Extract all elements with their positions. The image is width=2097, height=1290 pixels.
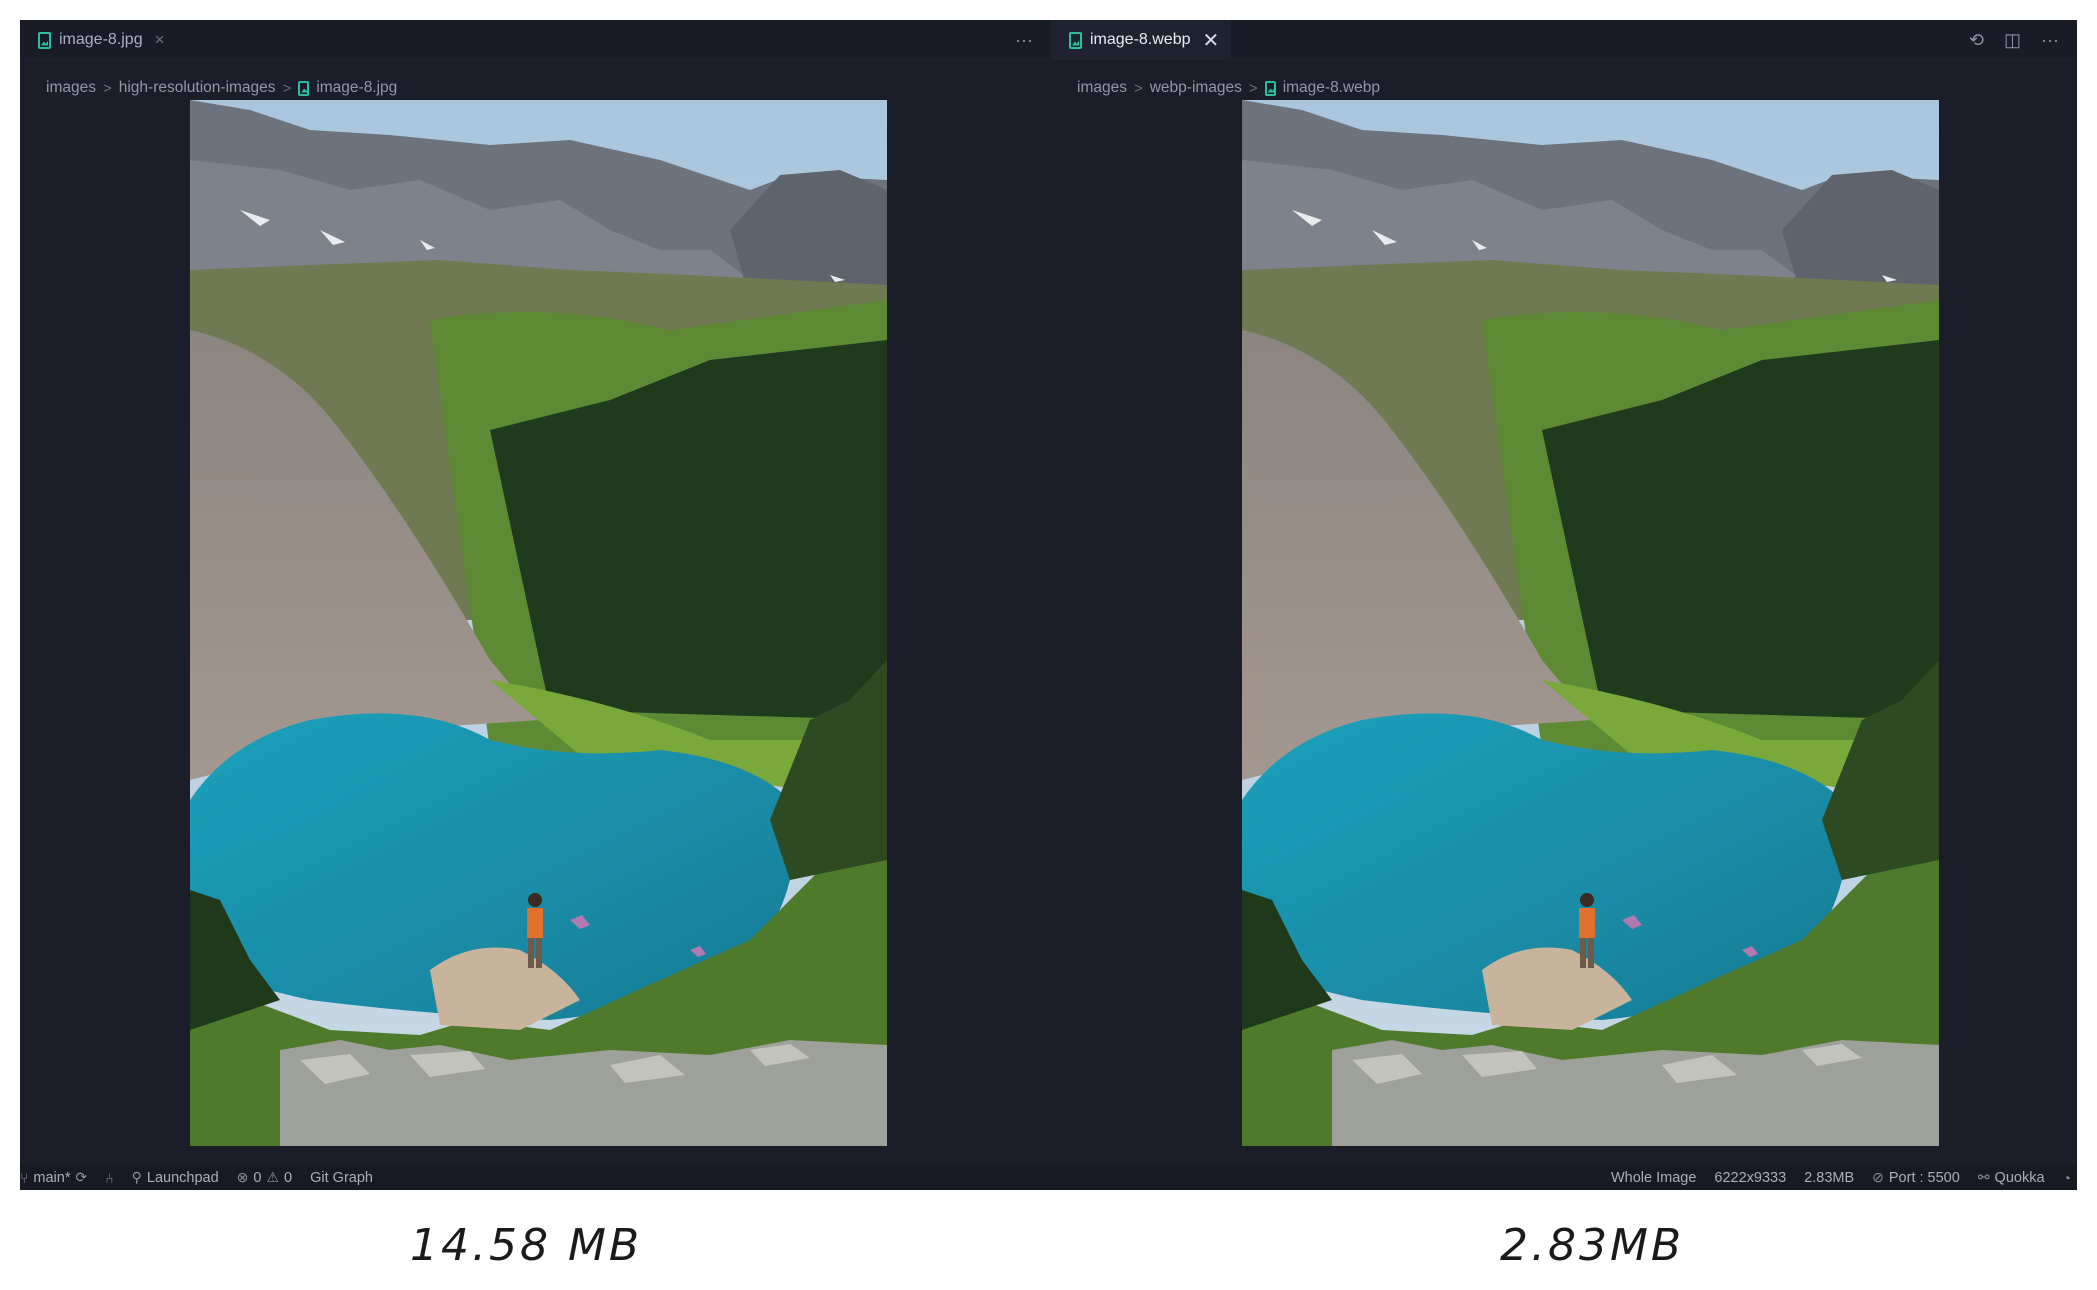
tab-image-8-webp[interactable]: image-8.webp ✕ [1051, 20, 1232, 60]
tab-label: image-8.jpg [59, 31, 143, 48]
split-editor-icon[interactable]: ◫ [2004, 31, 2021, 49]
branch-name: main* [33, 1169, 71, 1186]
launchpad-label: Launchpad [146, 1169, 219, 1186]
chevron-right-icon: > [1248, 79, 1258, 97]
editor-group-right: image-8.webp ✕ ⟲ ◫ ··· images > webp-ima… [1051, 20, 2077, 1165]
caption-webp-size: 2.83MB [1500, 1220, 1685, 1271]
image-preview[interactable] [1242, 100, 1939, 1146]
breadcrumb: images > high-resolution-images > image-… [46, 78, 397, 98]
status-bar-left: ⑂ main* ⟳ ⑃ ⚲ Launchpad ⊗ 0 ⚠ 0 Git Grap… [20, 1169, 373, 1186]
image-dimensions: 6222x9333 [1714, 1169, 1787, 1186]
image-file-icon [38, 31, 51, 49]
close-icon[interactable]: ✕ [1203, 28, 1220, 53]
git-fork-icon: ⑃ [105, 1169, 114, 1186]
breadcrumb-item-images[interactable]: images [1077, 79, 1127, 97]
landscape-photo [190, 100, 887, 1146]
launchpad-button[interactable]: ⚲ Launchpad [132, 1169, 219, 1186]
quokka-button[interactable]: ⚯ Quokka [1978, 1169, 2045, 1186]
chevron-right-icon: > [1133, 79, 1143, 97]
error-icon: ⊗ [236, 1169, 249, 1185]
tab-actions: ⟲ ◫ ··· [1969, 20, 2059, 60]
editor-window: image-8.jpg × ··· images > high-resoluti… [20, 20, 2077, 1190]
image-file-icon [1264, 80, 1276, 96]
bell-icon: ◔ [2062, 1169, 2071, 1186]
live-server-port[interactable]: ⊘ Port : 5500 [1872, 1169, 1960, 1186]
close-icon[interactable]: × [155, 30, 165, 50]
status-bar-right: Whole Image 6222x9333 2.83MB ⊘ Port : 55… [1611, 1169, 2071, 1186]
warning-count: 0 [284, 1169, 293, 1186]
branch-indicator[interactable]: ⑂ main* ⟳ [20, 1169, 87, 1186]
tab-bar: image-8.jpg × ··· [20, 20, 1051, 60]
breadcrumb-item-file[interactable]: image-8.jpg [316, 79, 397, 97]
breadcrumb-item-folder[interactable]: high-resolution-images [119, 79, 276, 97]
landscape-photo [1242, 100, 1939, 1146]
source-control-graph-button[interactable]: ⑃ [105, 1170, 113, 1186]
zoom-mode[interactable]: Whole Image [1611, 1170, 1696, 1186]
chevron-right-icon: > [282, 79, 292, 97]
breadcrumb: images > webp-images > image-8.webp [1077, 78, 1380, 98]
image-file-icon [298, 80, 310, 96]
tab-image-8-jpg[interactable]: image-8.jpg × [20, 20, 177, 60]
warning-icon: ⚠ [266, 1169, 280, 1185]
breadcrumb-item-folder[interactable]: webp-images [1150, 79, 1242, 97]
image-file-size: 2.83MB [1804, 1169, 1855, 1186]
image-file-icon [1069, 31, 1082, 49]
error-count: 0 [253, 1169, 262, 1186]
port-label: Port : 5500 [1888, 1169, 1960, 1186]
git-branch-icon: ⑂ [20, 1169, 29, 1186]
editor-group-left: image-8.jpg × ··· images > high-resoluti… [20, 20, 1051, 1165]
sync-icon[interactable]: ⟳ [75, 1169, 87, 1186]
tab-actions: ··· [1015, 20, 1033, 60]
breadcrumb-item-file[interactable]: image-8.webp [1283, 79, 1380, 97]
tab-label: image-8.webp [1090, 31, 1191, 48]
status-bar: ⑂ main* ⟳ ⑃ ⚲ Launchpad ⊗ 0 ⚠ 0 Git Grap… [20, 1165, 2077, 1190]
caption-original-size: 14.58 MB [410, 1220, 643, 1271]
tab-bar: image-8.webp ✕ ⟲ ◫ ··· [1051, 20, 2077, 60]
blocked-icon: ⊘ [1872, 1169, 1884, 1185]
git-graph-button[interactable]: Git Graph [310, 1170, 373, 1186]
breadcrumb-item-images[interactable]: images [46, 79, 96, 97]
chevron-right-icon: > [102, 79, 112, 97]
more-actions-icon[interactable]: ··· [2041, 31, 2059, 49]
history-icon[interactable]: ⟲ [1969, 31, 1984, 49]
notifications-button[interactable]: ◔ [2063, 1170, 2071, 1186]
image-preview[interactable] [190, 100, 887, 1146]
quokka-label: Quokka [1994, 1169, 2045, 1186]
link-icon: ⚯ [1977, 1169, 1990, 1185]
problems-indicator[interactable]: ⊗ 0 ⚠ 0 [237, 1169, 292, 1186]
rocket-icon: ⚲ [131, 1169, 142, 1185]
more-actions-icon[interactable]: ··· [1015, 31, 1033, 49]
